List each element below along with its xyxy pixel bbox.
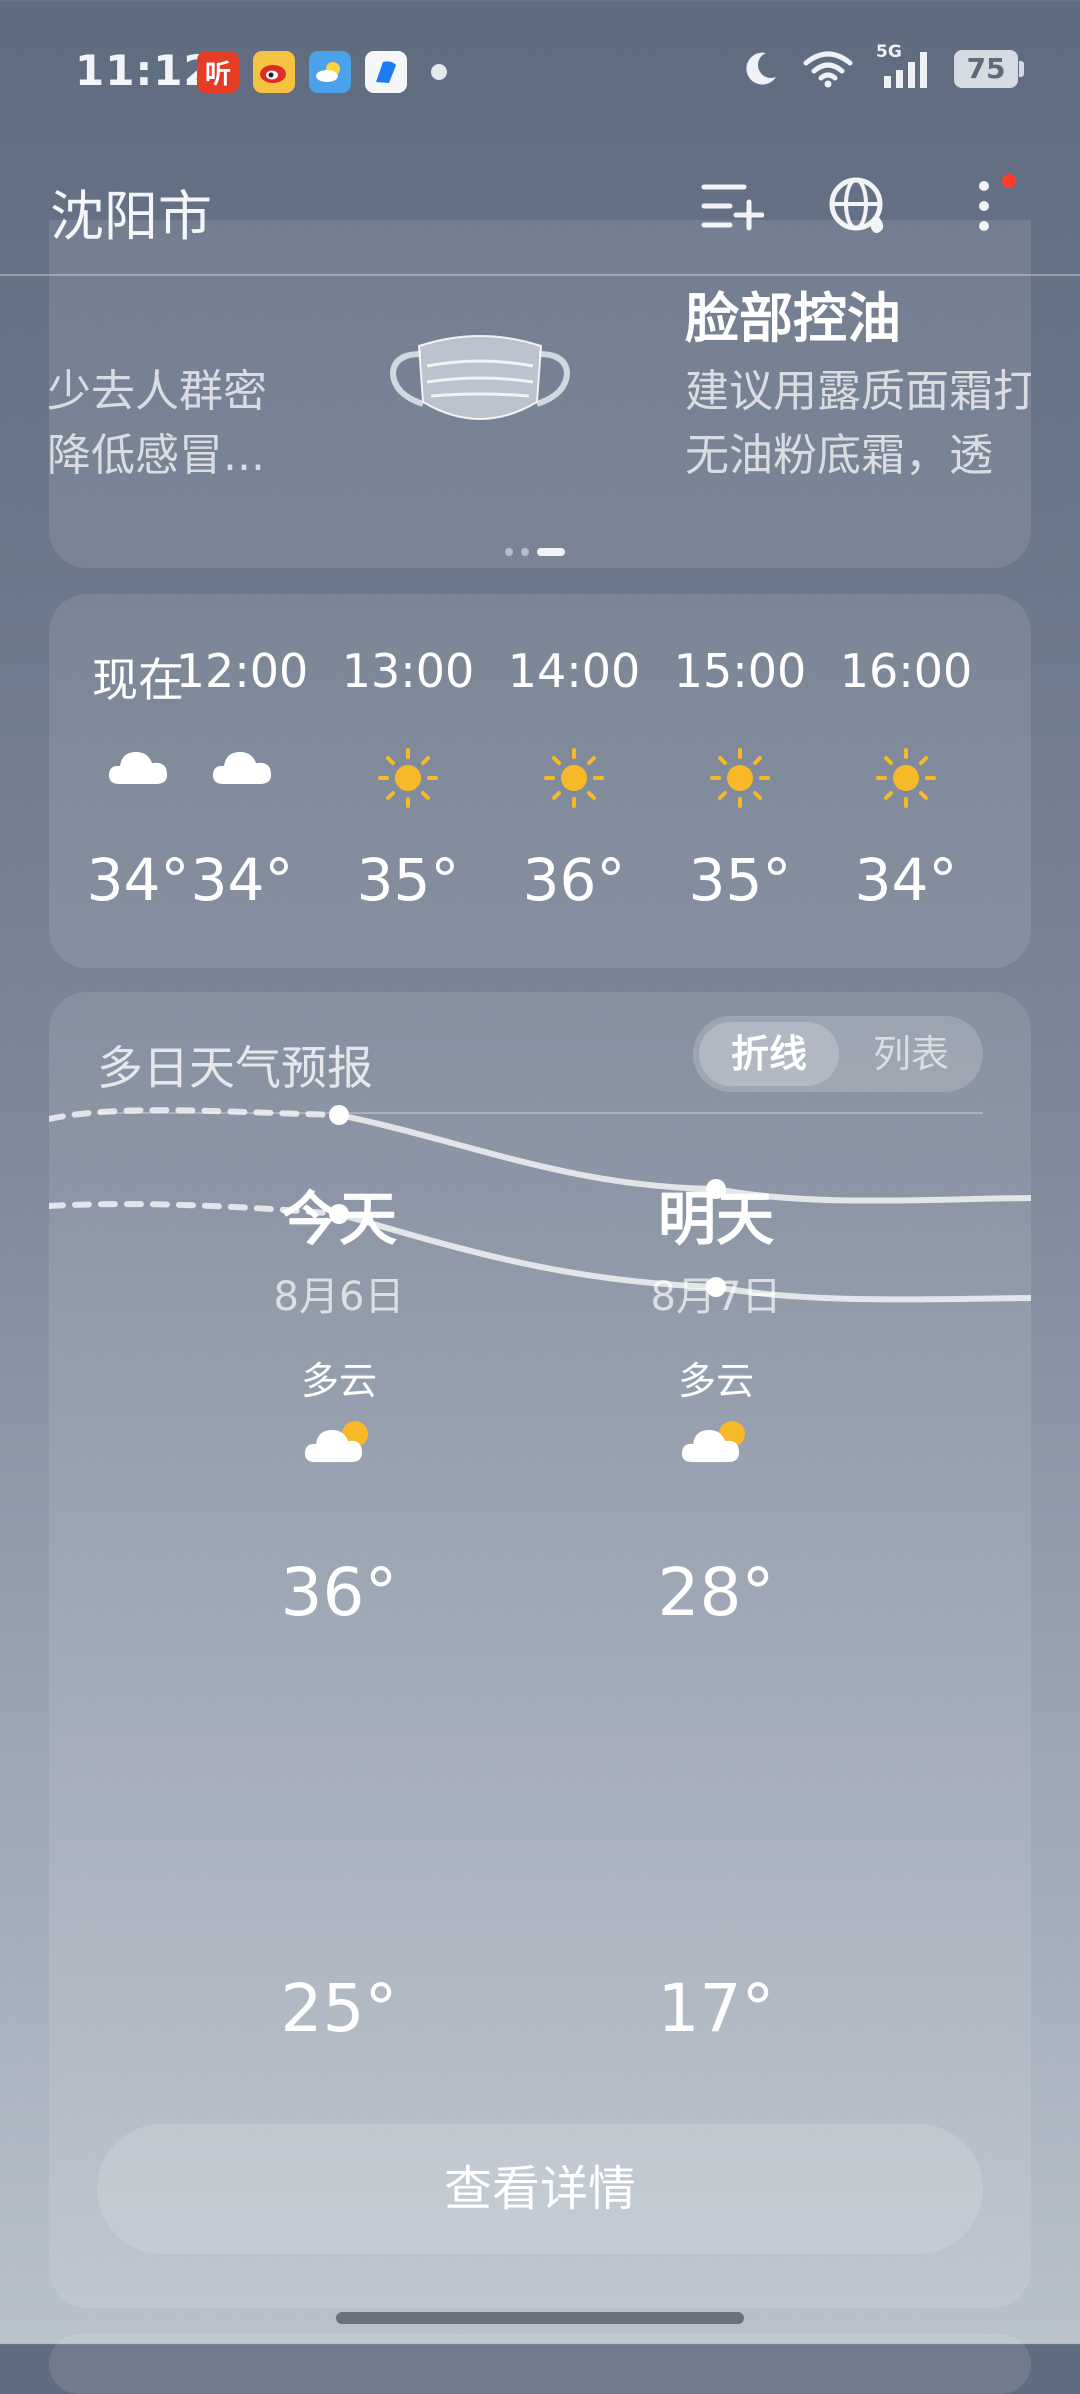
view-details-button[interactable]: 查看详情 (97, 2124, 983, 2254)
day-condition: 多云 (300, 1359, 377, 1403)
day-low-temp: 25° (280, 1970, 398, 2047)
hourly-temp: 34° (190, 846, 294, 914)
hourly-time: 16:00 (839, 644, 973, 698)
tip-left-line-2: 降低感冒... (49, 430, 265, 481)
temperature-curve-chart (49, 1105, 1031, 1303)
ting-app-icon: 听 (197, 51, 239, 93)
weibo-app-icon (253, 51, 295, 93)
carousel-page-dots (505, 548, 565, 556)
day-low-temp: 17° (657, 1970, 775, 2047)
page-dot (505, 548, 513, 556)
hourly-time: 15:00 (673, 644, 807, 698)
battery-indicator: 75 (954, 50, 1024, 88)
next-card-peek (49, 2334, 1031, 2394)
day-name: 今天 (280, 1185, 397, 1253)
cellular-signal-icon: 5G (876, 42, 932, 90)
more-notifications-dot (431, 64, 447, 80)
tip-title: 脸部控油 (685, 287, 901, 350)
network-type-label: 5G (876, 42, 902, 62)
hourly-temp: 35° (688, 846, 792, 914)
tip-right-line-2: 无油粉底霜，透 (685, 430, 993, 481)
page-dot-active (537, 548, 565, 556)
sun-icon (542, 746, 606, 814)
notification-dot (1002, 174, 1016, 188)
day-high-temp: 28° (657, 1554, 775, 1631)
sun-icon (874, 746, 938, 814)
moon-icon (746, 52, 776, 85)
partly-cloudy-icon (303, 1416, 375, 1470)
tip-left-text: 少去人群密 降低感冒... (49, 360, 267, 488)
tip-right-text: 建议用露质面霜打 无油粉底霜，透 (685, 360, 1031, 488)
hourly-time: 13:00 (341, 644, 475, 698)
day-high-temp: 36° (280, 1554, 398, 1631)
multi-day-forecast-card: 多日天气预报 折线 列表 今天 8月6日 多云 36° 25° 明天 8月7日 多云 28° 17… (49, 992, 1031, 2308)
status-time: 11:12 (75, 46, 214, 95)
weather-app-icon (309, 51, 351, 93)
hourly-forecast-card[interactable]: 现在 34° 12:00 34° 13:00 35° 14:00 36° 15:00 35° 16:… (49, 594, 1031, 968)
sun-icon (708, 746, 772, 814)
life-tips-card[interactable]: 少去人群密 降低感冒... 脸部控油 建议用露质面霜打 无油粉底霜，透 (49, 220, 1031, 568)
tip-right-line-1: 建议用露质面霜打 (685, 366, 1031, 417)
tip-left-line-1: 少去人群密 (49, 366, 267, 417)
day-date: 8月6日 (273, 1274, 405, 1320)
status-bar: 11:12 听 5G 75 (0, 0, 1080, 140)
hourly-temp: 36° (522, 846, 626, 914)
day-date: 8月7日 (650, 1274, 782, 1320)
wifi-icon (803, 51, 853, 88)
day-name: 明天 (657, 1185, 774, 1253)
browser-app-icon (365, 51, 407, 93)
day-condition: 多云 (677, 1359, 754, 1403)
cloud-icon (210, 746, 274, 790)
status-indicators: 5G 75 (740, 42, 1024, 90)
sun-icon (376, 746, 440, 814)
cloud-icon (106, 746, 170, 790)
hourly-time: 12:00 (175, 644, 309, 698)
face-mask-icon (389, 335, 571, 420)
high-temp-curve-past (49, 1107, 342, 1122)
page-dot (521, 548, 529, 556)
home-indicator[interactable] (336, 2312, 744, 2324)
partly-cloudy-icon (680, 1416, 752, 1470)
high-temp-point-today (329, 1105, 349, 1125)
hourly-temp: 35° (356, 846, 460, 914)
hourly-temp: 34° (854, 846, 958, 914)
notification-app-icons: 听 (197, 51, 447, 93)
hourly-time: 14:00 (507, 644, 641, 698)
